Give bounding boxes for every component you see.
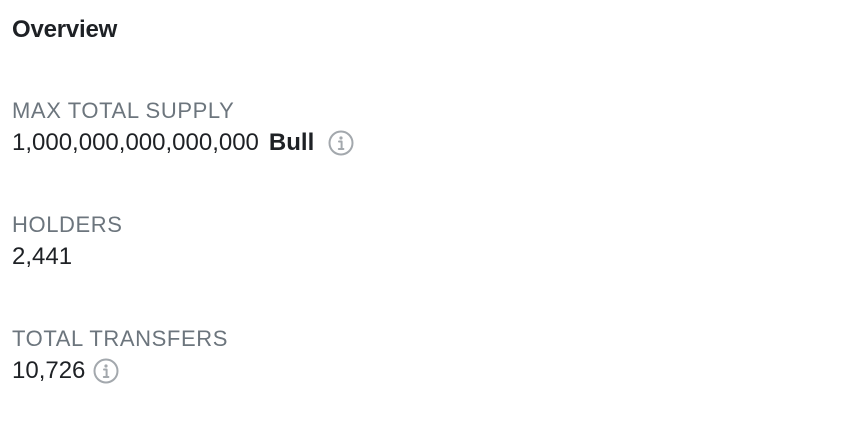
overview-card: Overview MAX TOTAL SUPPLY 1,000,000,000,… xyxy=(0,0,860,430)
info-circle-icon[interactable] xyxy=(328,130,354,156)
stat-label: TOTAL TRANSFERS xyxy=(12,326,229,351)
stat-value-row: 10,726 xyxy=(12,354,848,388)
stat-value: 2,441 xyxy=(12,243,73,270)
stat-value: 10,726 xyxy=(12,357,86,384)
stat-label: HOLDERS xyxy=(12,212,123,237)
stat-holders: HOLDERS 2,441 xyxy=(12,210,848,274)
stat-value-row: 1,000,000,000,000,000 Bull xyxy=(12,126,848,160)
stat-total-transfers: TOTAL TRANSFERS 10,726 xyxy=(12,324,848,388)
stat-max-total-supply: MAX TOTAL SUPPLY 1,000,000,000,000,000 B… xyxy=(12,96,848,160)
stat-value-row: 2,441 xyxy=(12,240,848,274)
info-circle-icon[interactable] xyxy=(93,358,119,384)
stat-label: MAX TOTAL SUPPLY xyxy=(12,98,235,123)
token-unit: Bull xyxy=(268,129,315,156)
section-title: Overview xyxy=(12,16,118,43)
stat-value: 1,000,000,000,000,000 xyxy=(12,129,259,156)
